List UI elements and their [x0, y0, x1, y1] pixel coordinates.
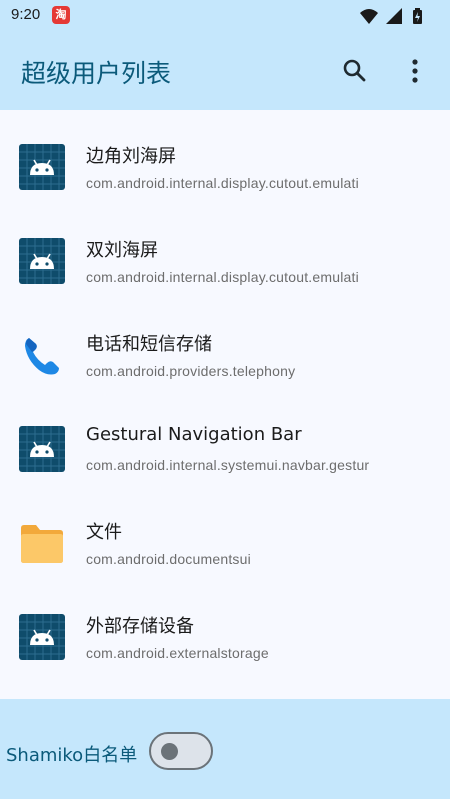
- toggle-knob: [161, 743, 178, 760]
- item-package: com.android.externalstorage: [86, 645, 269, 661]
- android-icon: [19, 238, 65, 284]
- phone-icon: [25, 338, 59, 375]
- shamiko-whitelist-label: Shamiko白名单: [6, 745, 138, 766]
- folder-icon: [21, 525, 63, 563]
- app-bar: 超级用户列表: [0, 32, 450, 110]
- item-package: com.android.internal.systemui.navbar.ges…: [86, 457, 370, 473]
- item-title: 边角刘海屏: [86, 146, 176, 167]
- shamiko-whitelist-toggle[interactable]: [149, 732, 213, 770]
- list-item[interactable]: Gestural Navigation Bar com.android.inte…: [0, 392, 450, 486]
- item-title: 双刘海屏: [86, 240, 158, 261]
- item-title: 电话和短信存储: [86, 334, 212, 355]
- android-icon: [19, 144, 65, 190]
- item-title: 外部存储设备: [86, 616, 194, 637]
- status-time: 9:20: [11, 6, 41, 23]
- list-item[interactable]: 外部存储设备 com.android.externalstorage: [0, 580, 450, 674]
- app-list: 边角刘海屏 com.android.internal.display.cutou…: [0, 110, 450, 698]
- list-item[interactable]: 边角刘海屏 com.android.internal.display.cutou…: [0, 110, 450, 204]
- wifi-icon: [360, 9, 378, 24]
- list-item[interactable]: 文件 com.android.documentsui: [0, 486, 450, 580]
- item-title: 文件: [86, 522, 122, 543]
- more-vertical-icon: [412, 59, 418, 83]
- item-package: com.android.providers.telephony: [86, 363, 296, 379]
- item-package: com.android.documentsui: [86, 551, 251, 567]
- item-package: com.android.internal.display.cutout.emul…: [86, 175, 359, 191]
- taobao-notification-icon: 淘: [52, 6, 70, 24]
- page-title: 超级用户列表: [21, 59, 172, 88]
- android-icon: [19, 426, 65, 472]
- list-item[interactable]: 电话和短信存储 com.android.providers.telephony: [0, 298, 450, 392]
- system-status-icons: [360, 8, 422, 24]
- bottom-bar: Shamiko白名单: [0, 699, 450, 799]
- more-options-button[interactable]: [402, 56, 428, 86]
- item-title: Gestural Navigation Bar: [86, 424, 302, 445]
- status-bar: 9:20 淘: [0, 0, 450, 32]
- item-package: com.android.internal.display.cutout.emul…: [86, 269, 359, 285]
- search-icon: [343, 59, 366, 82]
- android-icon: [19, 614, 65, 660]
- battery-icon: [413, 8, 422, 24]
- search-button[interactable]: [340, 56, 370, 86]
- signal-icon: [386, 8, 402, 24]
- list-item[interactable]: 双刘海屏 com.android.internal.display.cutout…: [0, 204, 450, 298]
